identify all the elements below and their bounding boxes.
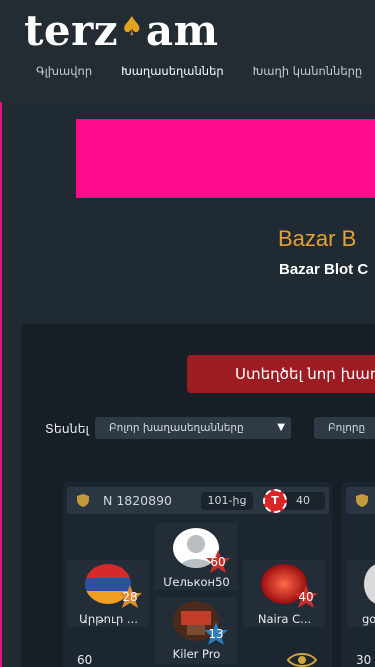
chip-icon: T [263, 489, 287, 513]
level-badge: 60 [205, 549, 231, 575]
table-filter-select[interactable]: Բոլոր խաղասեղանները ▼ [95, 417, 291, 439]
seat-right[interactable]: 40 Naira C... [243, 560, 326, 627]
level-badge: 40 [293, 584, 319, 610]
status-filter-value: Բոլորը [328, 422, 366, 434]
nav-tables[interactable]: Խաղասեղաններ [121, 64, 224, 78]
table-card-header [346, 487, 375, 514]
player-name: Արթուր ... [79, 612, 138, 626]
site-logo[interactable]: terz♠am [24, 6, 219, 55]
main-nav: Գլխավոր Խաղասեղաններ Խաղի կանոնները [36, 64, 375, 78]
hero-subtitle: Bazar Blot C [279, 261, 369, 278]
seat-top[interactable]: 60 Մелькон50 [155, 523, 238, 590]
level-badge: 13 [203, 621, 229, 647]
chevron-down-icon: ▼ [277, 422, 285, 433]
shield-icon [77, 494, 89, 507]
hero-title: Bazar B [278, 226, 357, 251]
game-table-card[interactable]: N 1820890 101-ից 40 T 60 Մелькон50 28 Ար… [63, 482, 332, 667]
player-name: go [362, 612, 375, 626]
table-card-header: N 1820890 101-ից 40 T [67, 487, 329, 514]
status-filter-select[interactable]: Բոլորը [314, 417, 375, 439]
table-score: 30 [356, 653, 372, 667]
logo-text-right: am [145, 6, 219, 55]
nav-rules[interactable]: Խաղի կանոնները [253, 64, 363, 78]
shield-icon [356, 494, 368, 507]
seat-left[interactable]: go [346, 560, 375, 627]
spade-icon: ♠ [120, 12, 144, 42]
player-name: Kiler Pro [172, 647, 221, 661]
avatar [364, 564, 375, 604]
ad-banner[interactable] [76, 119, 375, 198]
table-filter-value: Բոլոր խաղասեղանները [109, 422, 244, 434]
eye-icon[interactable] [287, 650, 317, 667]
points-badge: 101-ից [201, 492, 253, 510]
table-score: 60 [77, 653, 93, 667]
seat-left[interactable]: 28 Արթուր ... [67, 560, 150, 627]
table-id: N 1820890 [103, 493, 172, 508]
seat-bottom[interactable]: 13 Kiler Pro [155, 597, 238, 664]
filter-label: Տեսնել [45, 421, 89, 436]
create-game-button[interactable]: Ստեղծել նոր խաղ [187, 355, 375, 393]
level-badge: 28 [117, 584, 143, 610]
site-header: terz♠am Գլխավոր Խաղասեղաններ Խաղի կանոնն… [0, 0, 375, 102]
logo-text-left: terz [24, 6, 119, 55]
player-name: Մелькон50 [163, 575, 230, 589]
game-table-card[interactable]: go 30 [342, 482, 375, 667]
player-name: Naira C... [257, 612, 312, 626]
nav-home[interactable]: Գլխավոր [36, 64, 92, 78]
